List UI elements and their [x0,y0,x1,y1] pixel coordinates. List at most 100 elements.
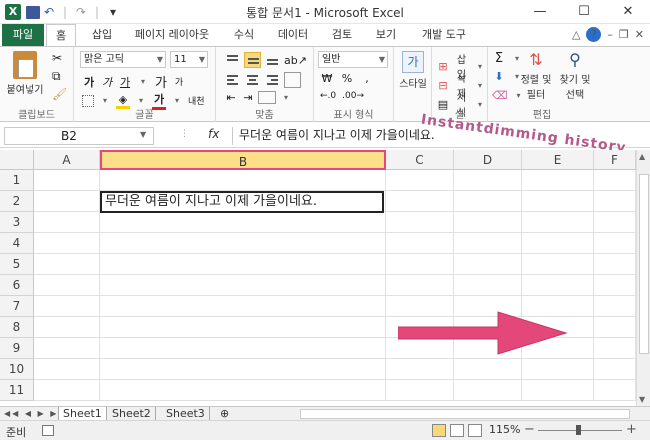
row-header[interactable]: 10 [0,359,34,380]
zoom-out-button[interactable]: − [524,422,535,437]
maximize-button[interactable]: ☐ [562,0,606,24]
find-select-button[interactable]: ⚲ 찾기 및 선택 [556,51,594,102]
zoom-level[interactable]: 115% [489,423,520,436]
chevron-down-icon: ▼ [378,55,385,64]
font-size-select[interactable]: 11 ▼ [170,51,208,68]
increase-decimal-icon[interactable]: ←.0 [320,91,336,101]
format-painter-icon[interactable]: 🖌 [52,87,67,101]
horizontal-scrollbar[interactable] [300,409,630,419]
vertical-scroll-thumb[interactable] [639,174,649,354]
chevron-down-icon[interactable]: ▾ [136,77,150,86]
sheet-tab-1[interactable]: Sheet1 [58,407,107,421]
column-header-e[interactable]: E [522,150,594,170]
name-box-dropdown-icon[interactable]: ▼ [140,130,146,139]
cut-icon[interactable]: ✂ [52,51,62,65]
insert-function-button[interactable]: fx [208,127,219,141]
grow-font-button[interactable]: 가 [154,72,168,91]
doc-close-icon[interactable]: ✕ [635,28,644,41]
save-icon[interactable] [26,6,40,19]
tab-file[interactable]: 파일 [2,24,44,46]
zoom-slider-handle[interactable] [576,425,581,435]
align-bottom-icon[interactable] [264,52,281,68]
increase-indent-icon[interactable]: ⇥ [241,91,255,104]
tab-view[interactable]: 보기 [368,24,404,46]
doc-restore-icon[interactable]: ❐ [619,28,629,41]
chevron-down-icon[interactable]: ▾ [134,96,148,105]
wrap-text-icon[interactable] [284,72,301,88]
font-name-select[interactable]: 맑은 고딕 ▼ [80,51,166,68]
styles-button[interactable]: 가 스타일 [396,51,430,90]
column-header-c[interactable]: C [386,150,454,170]
zoom-in-button[interactable]: + [626,422,637,437]
scroll-up-icon[interactable]: ▲ [639,152,645,161]
row-header[interactable]: 6 [0,275,34,296]
bold-button[interactable]: 가 [82,74,96,90]
insert-sheet-icon[interactable]: ⊕ [216,407,233,421]
row-header[interactable]: 11 [0,380,34,401]
chevron-down-icon[interactable]: ▾ [279,93,293,102]
row-header[interactable]: 9 [0,338,34,359]
column-header-d[interactable]: D [454,150,522,170]
decrease-decimal-icon[interactable]: .00→ [342,91,364,101]
chevron-down-icon[interactable]: ▾ [170,96,184,105]
currency-button[interactable]: ₩ [320,72,334,85]
sheet-tab-2[interactable]: Sheet2 [108,407,156,421]
undo-icon[interactable]: ↶ [42,4,56,20]
row-header[interactable]: 4 [0,233,34,254]
help-icon[interactable]: ? [586,27,602,42]
column-header-f[interactable]: F [594,150,636,170]
underline-button[interactable]: 가 [118,74,132,90]
border-icon[interactable] [82,94,94,107]
macro-record-icon[interactable] [42,425,54,436]
chevron-down-icon[interactable]: ▾ [98,96,112,105]
tab-developer[interactable]: 개발 도구 [414,24,474,46]
italic-button[interactable]: 가 [100,74,114,90]
column-header-a[interactable]: A [34,150,100,170]
align-left-icon[interactable] [224,72,241,88]
percent-button[interactable]: % [340,72,354,85]
tab-review[interactable]: 검토 [324,24,360,46]
decrease-indent-icon[interactable]: ⇤ [224,91,238,104]
align-center-icon[interactable] [244,72,261,88]
active-cell-b2[interactable]: 무더운 여름이 지나고 이제 가을이네요. [100,191,384,213]
row-header[interactable]: 2 [0,191,34,212]
number-format-select[interactable]: 일반 ▼ [318,51,388,68]
merge-center-icon[interactable] [258,91,276,104]
clipboard-group: 붙여넣기 ✂ ⧉ 🖌 클립보드 [0,47,74,122]
row-header[interactable]: 7 [0,296,34,317]
row-header[interactable]: 1 [0,170,34,191]
tab-formulas[interactable]: 수식 [226,24,262,46]
tab-home[interactable]: 홈 [46,24,76,47]
comma-button[interactable]: , [360,72,374,85]
copy-icon[interactable]: ⧉ [52,69,61,84]
align-right-icon[interactable] [264,72,281,88]
tab-insert[interactable]: 삽입 [84,24,120,46]
sort-filter-button[interactable]: ⇅ 정렬 및 필터 [518,51,554,102]
scroll-down-icon[interactable]: ▼ [639,395,645,404]
orientation-icon[interactable]: ab↗ [284,54,307,67]
select-all-button[interactable] [0,150,34,170]
doc-minimize-icon[interactable]: – [607,28,613,41]
row-header[interactable]: 8 [0,317,34,338]
shrink-font-button[interactable]: 가 [172,75,186,88]
paste-button[interactable]: 붙여넣기 [4,51,46,96]
page-layout-view-icon[interactable] [450,424,464,437]
minimize-button[interactable]: — [518,0,562,24]
column-header-b[interactable]: B [100,150,386,170]
align-middle-icon[interactable] [244,52,261,68]
page-break-view-icon[interactable] [468,424,482,437]
qat-customize-icon[interactable]: ▾ [106,4,120,20]
vertical-scrollbar[interactable]: ▲ ▼ [636,150,650,406]
excel-app-icon[interactable]: X [5,4,21,20]
tab-page-layout[interactable]: 페이지 레이아웃 [126,24,218,46]
redo-icon[interactable]: ↷ [74,4,88,20]
sheet-tab-3[interactable]: Sheet3 [162,407,210,421]
row-header[interactable]: 3 [0,212,34,233]
ribbon-minimize-icon[interactable]: △ [572,28,580,41]
row-header[interactable]: 5 [0,254,34,275]
name-box[interactable]: B2 [4,127,154,145]
tab-data[interactable]: 데이터 [270,24,316,46]
align-top-icon[interactable] [224,52,241,68]
close-button[interactable]: ✕ [606,0,650,24]
normal-view-icon[interactable] [432,424,446,437]
